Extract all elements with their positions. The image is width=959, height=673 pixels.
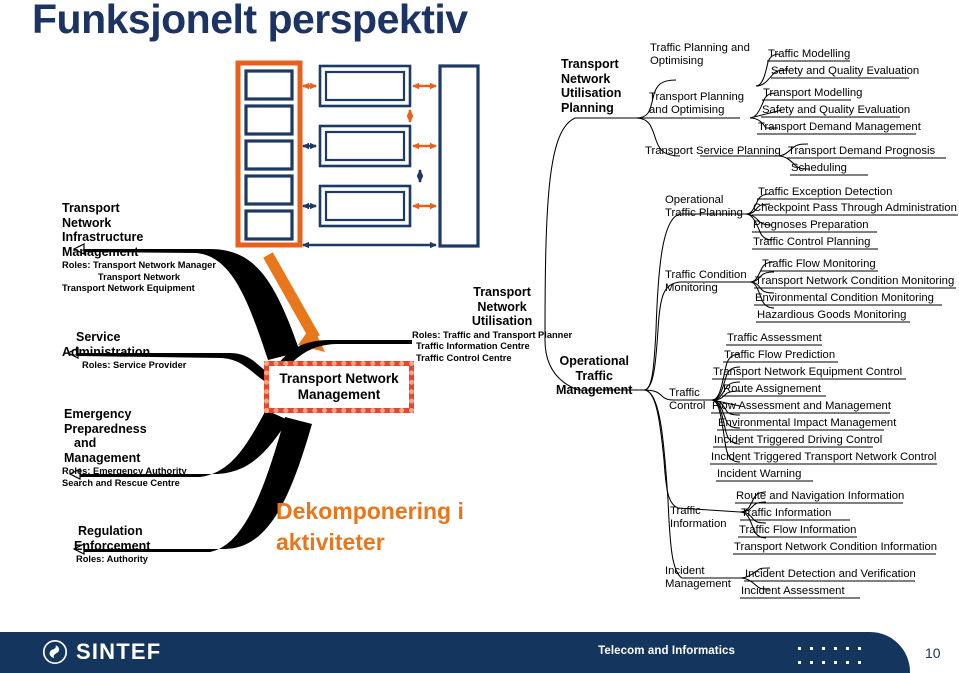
tree-node-incident-management[interactable]: Incident Management (665, 565, 731, 592)
tree-leaf-transport-network-condition-information[interactable]: Transport Network Condition Information (734, 541, 937, 554)
tree-node-traffic-information[interactable]: Traffic Information (670, 505, 727, 532)
tree-leaf-transport-network-equipment-control[interactable]: Transport Network Equipment Control (713, 366, 902, 379)
tree-root-utilisation-planning[interactable]: Transport Network Utilisation Planning (561, 57, 621, 115)
tree-node-transport-planning-and-optimising[interactable]: Transport Planning and Optimising (649, 91, 744, 118)
branch-roles: Roles: Transport Network Manager Transpo… (62, 260, 216, 294)
tree-leaf-traffic-control-planning[interactable]: Traffic Control Planning (753, 236, 870, 249)
tree-leaf-incident-warning[interactable]: Incident Warning (717, 468, 801, 481)
tree-leaf-prognoses-preparation[interactable]: Prognoses Preparation (753, 219, 869, 232)
tree-leaf-traffic-information[interactable]: Traffic Information (741, 507, 831, 520)
branch-head: Transport Network Infrastructure Managem… (62, 201, 144, 259)
page-number: 10 (925, 645, 941, 661)
tree-leaf-incident-detection-and-verification[interactable]: Incident Detection and Verification (745, 568, 916, 581)
tree-leaf-incident-triggered-driving-control[interactable]: Incident Triggered Driving Control (714, 434, 882, 447)
footer-dot-grid (798, 641, 870, 669)
tree-leaf-safety-and-quality-evaluation[interactable]: Safety and Quality Evaluation (771, 65, 919, 78)
transport-network-management-label: Transport Network Management (279, 371, 399, 402)
tree-leaf-traffic-flow-information[interactable]: Traffic Flow Information (739, 524, 856, 537)
tree-leaf-environmental-impact-management[interactable]: Environmental Impact Management (718, 417, 896, 430)
sintef-wordmark: SINTEF (76, 639, 162, 664)
tree-leaf-traffic-flow-prediction[interactable]: Traffic Flow Prediction (724, 349, 835, 362)
tree-leaf-safety-and-quality-evaluation-2[interactable]: Safety and Quality Evaluation (762, 104, 910, 117)
tree-leaf-environmental-condition-monitoring[interactable]: Environmental Condition Monitoring (755, 292, 934, 305)
branch-transport-network-utilisation[interactable]: Transport Network Utilisation Roles: Tra… (412, 285, 572, 364)
slide-canvas: Funksjonelt perspektiv Transport Network… (0, 0, 959, 673)
tree-leaf-traffic-flow-monitoring[interactable]: Traffic Flow Monitoring (762, 258, 876, 271)
branch-regulation-enforcement[interactable]: Regulation Enforcement Roles: Authority (74, 524, 150, 566)
branch-head: Regulation Enforcement (74, 524, 151, 553)
tree-leaf-flow-assessment-and-management[interactable]: Flow Assessment and Management (712, 400, 891, 413)
tree-leaf-transport-demand-management[interactable]: Transport Demand Management (758, 121, 921, 134)
branch-roles: Roles: Emergency Authority Search and Re… (62, 466, 187, 488)
tree-leaf-traffic-exception-detection[interactable]: Traffic Exception Detection (758, 186, 892, 199)
tree-leaf-traffic-assessment[interactable]: Traffic Assessment (727, 332, 822, 345)
branch-transport-network-infrastructure-management[interactable]: Transport Network Infrastructure Managem… (62, 201, 216, 295)
sintef-mark-icon (42, 639, 68, 665)
tree-node-traffic-planning-and-optimising[interactable]: Traffic Planning and Optimising (650, 42, 750, 69)
orange-decomposition-arrow (263, 252, 325, 352)
branch-head: Emergency Preparedness and Management (64, 407, 147, 465)
branch-operational-traffic-management[interactable]: Operational Traffic Management (556, 354, 632, 398)
tree-leaf-hazardious-goods-monitoring[interactable]: Hazardious Goods Monitoring (757, 309, 906, 322)
tree-leaf-incident-triggered-transport-network-control[interactable]: Incident Triggered Transport Network Con… (711, 451, 936, 464)
tree-leaf-transport-network-condition-monitoring[interactable]: Transport Network Condition Monitoring (755, 275, 954, 288)
branch-emergency-preparedness-management[interactable]: Emergency Preparedness and Management Ro… (62, 407, 187, 489)
tree-leaf-route-assignement[interactable]: Route Assignement (723, 383, 821, 396)
tree-leaf-incident-assessment[interactable]: Incident Assessment (741, 585, 845, 598)
tree-node-traffic-control[interactable]: Traffic Control (669, 387, 705, 414)
tree-leaf-transport-demand-prognosis[interactable]: Transport Demand Prognosis (788, 145, 935, 158)
tree-node-traffic-condition-monitoring[interactable]: Traffic Condition Monitoring (665, 269, 747, 296)
branch-roles: Roles: Service Provider (82, 360, 187, 371)
branch-head: Operational Traffic Management (556, 354, 633, 398)
branch-roles: Roles: Traffic and Transport Planner Tra… (412, 329, 573, 363)
tree-node-transport-service-planning[interactable]: Transport Service Planning (645, 145, 781, 158)
decomposition-caption: Dekomponering i aktiviteter (276, 498, 464, 555)
branch-head: Transport Network Utilisation (471, 285, 533, 329)
branch-head: Service Administration (62, 330, 151, 359)
sintef-logo: SINTEF (42, 639, 161, 665)
tree-leaf-route-and-navigation-information[interactable]: Route and Navigation Information (736, 490, 904, 503)
footer-tagline: Telecom and Informatics (598, 645, 735, 657)
tree-node-operational-traffic-planning[interactable]: Operational Traffic Planning (665, 194, 743, 221)
tree-leaf-checkpoint-pass-through-administration[interactable]: Checkpoint Pass Through Administration (753, 202, 957, 215)
footer-bar: SINTEF Telecom and Informatics (0, 632, 910, 673)
tree-leaf-traffic-modelling[interactable]: Traffic Modelling (768, 48, 850, 61)
tree-leaf-transport-modelling[interactable]: Transport Modelling (763, 87, 862, 100)
transport-network-management-box[interactable]: Transport Network Management (264, 361, 414, 413)
page-title: Funksjonelt perspektiv (32, 0, 468, 42)
branch-service-administration[interactable]: Service Administration Roles: Service Pr… (62, 330, 186, 372)
tree-leaf-scheduling[interactable]: Scheduling (791, 162, 847, 175)
branch-roles: Roles: Authority (76, 554, 148, 565)
